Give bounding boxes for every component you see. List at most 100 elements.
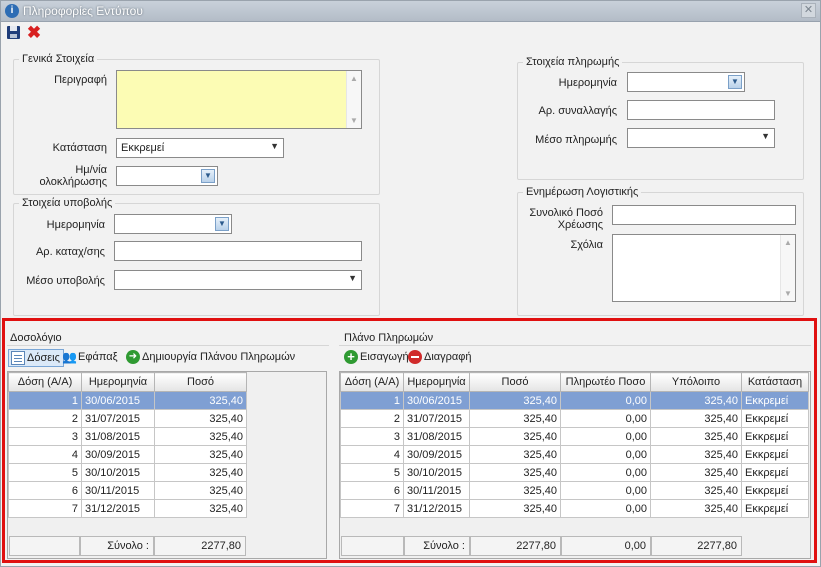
balance-cell[interactable]: 325,40 bbox=[650, 427, 742, 446]
status-select[interactable]: Εκκρεμεί ▼ bbox=[116, 138, 284, 158]
close-button[interactable]: ✕ bbox=[801, 3, 816, 18]
submission-method-select[interactable]: ▼ bbox=[114, 270, 362, 290]
scroll-up-icon[interactable]: ▲ bbox=[350, 74, 358, 83]
table-row[interactable]: 6 30/11/2015 325,40 0,00 325,40 Εκκρεμεί bbox=[340, 481, 809, 500]
installment-no-cell[interactable]: 7 bbox=[340, 499, 404, 518]
status-cell[interactable]: Εκκρεμεί bbox=[741, 445, 809, 464]
comments-scrollbar[interactable]: ▲ ▼ bbox=[780, 235, 795, 301]
date-cell[interactable]: 30/10/2015 bbox=[403, 463, 470, 482]
status-cell[interactable]: Εκκρεμεί bbox=[741, 427, 809, 446]
col-header[interactable]: Ημερομηνία bbox=[81, 372, 155, 392]
amount-cell[interactable]: 325,40 bbox=[469, 463, 561, 482]
registration-input[interactable] bbox=[114, 241, 362, 261]
tab-efapax[interactable]: 👥 Εφάπαξ bbox=[60, 349, 121, 367]
status-cell[interactable]: Εκκρεμεί bbox=[741, 391, 809, 410]
calendar-dropdown-icon[interactable]: ▼ bbox=[728, 75, 742, 89]
table-row[interactable]: 4 30/09/2015 325,40 0,00 325,40 Εκκρεμεί bbox=[340, 445, 809, 464]
balance-cell[interactable]: 325,40 bbox=[650, 445, 742, 464]
col-header[interactable]: Κατάσταση bbox=[741, 372, 809, 392]
status-cell[interactable]: Εκκρεμεί bbox=[741, 499, 809, 518]
installment-no-cell[interactable]: 6 bbox=[8, 481, 82, 500]
amount-cell[interactable]: 325,40 bbox=[469, 499, 561, 518]
installment-no-cell[interactable]: 4 bbox=[340, 445, 404, 464]
installment-no-cell[interactable]: 4 bbox=[8, 445, 82, 464]
col-header[interactable]: Ποσό bbox=[469, 372, 561, 392]
tab-doseis[interactable]: Δόσεις bbox=[8, 349, 64, 367]
transaction-input[interactable] bbox=[627, 100, 775, 120]
installment-no-cell[interactable]: 5 bbox=[340, 463, 404, 482]
submission-date-field[interactable]: ▼ bbox=[114, 214, 232, 234]
amount-cell[interactable]: 325,40 bbox=[154, 499, 247, 518]
col-header[interactable]: Πληρωτέο Ποσο bbox=[560, 372, 651, 392]
table-row[interactable]: 5 30/10/2015 325,40 bbox=[8, 463, 247, 482]
table-row[interactable]: 7 31/12/2015 325,40 0,00 325,40 Εκκρεμεί bbox=[340, 499, 809, 518]
total-charge-input[interactable] bbox=[612, 205, 796, 225]
payable-amount-cell[interactable]: 0,00 bbox=[560, 481, 651, 500]
completion-date-field[interactable]: ▼ bbox=[116, 166, 218, 186]
status-cell[interactable]: Εκκρεμεί bbox=[741, 409, 809, 428]
payable-amount-cell[interactable]: 0,00 bbox=[560, 463, 651, 482]
amount-cell[interactable]: 325,40 bbox=[154, 409, 247, 428]
amount-cell[interactable]: 325,40 bbox=[469, 427, 561, 446]
payable-amount-cell[interactable]: 0,00 bbox=[560, 391, 651, 410]
installment-no-cell[interactable]: 1 bbox=[340, 391, 404, 410]
create-payment-plan-button[interactable]: ➜ Δημιουργία Πλάνου Πληρωμών bbox=[124, 349, 298, 367]
scroll-down-icon[interactable]: ▼ bbox=[784, 289, 792, 298]
date-cell[interactable]: 31/12/2015 bbox=[403, 499, 470, 518]
date-cell[interactable]: 30/09/2015 bbox=[81, 445, 155, 464]
payment-method-select[interactable]: ▼ bbox=[627, 128, 775, 148]
date-cell[interactable]: 31/08/2015 bbox=[403, 427, 470, 446]
date-cell[interactable]: 30/11/2015 bbox=[81, 481, 155, 500]
calendar-dropdown-icon[interactable]: ▼ bbox=[215, 217, 229, 231]
calendar-dropdown-icon[interactable]: ▼ bbox=[201, 169, 215, 183]
insert-button[interactable]: + Εισαγωγή bbox=[342, 349, 412, 367]
table-row[interactable]: 4 30/09/2015 325,40 bbox=[8, 445, 247, 464]
balance-cell[interactable]: 325,40 bbox=[650, 481, 742, 500]
amount-cell[interactable]: 325,40 bbox=[469, 481, 561, 500]
balance-cell[interactable]: 325,40 bbox=[650, 499, 742, 518]
cancel-button[interactable]: ✖ bbox=[26, 24, 42, 41]
table-row[interactable]: 7 31/12/2015 325,40 bbox=[8, 499, 247, 518]
installment-no-cell[interactable]: 5 bbox=[8, 463, 82, 482]
installment-no-cell[interactable]: 6 bbox=[340, 481, 404, 500]
col-header[interactable]: Υπόλοιπο bbox=[650, 372, 742, 392]
date-cell[interactable]: 31/08/2015 bbox=[81, 427, 155, 446]
installment-no-cell[interactable]: 7 bbox=[8, 499, 82, 518]
table-row[interactable]: 5 30/10/2015 325,40 0,00 325,40 Εκκρεμεί bbox=[340, 463, 809, 482]
table-row[interactable]: 3 31/08/2015 325,40 bbox=[8, 427, 247, 446]
save-button[interactable] bbox=[6, 25, 22, 41]
status-cell[interactable]: Εκκρεμεί bbox=[741, 463, 809, 482]
installment-no-cell[interactable]: 1 bbox=[8, 391, 82, 410]
table-row[interactable]: 1 30/06/2015 325,40 0,00 325,40 Εκκρεμεί bbox=[340, 391, 809, 410]
amount-cell[interactable]: 325,40 bbox=[469, 391, 561, 410]
payable-amount-cell[interactable]: 0,00 bbox=[560, 499, 651, 518]
table-row[interactable]: 1 30/06/2015 325,40 bbox=[8, 391, 247, 410]
col-header[interactable]: Δόση (Α/Α) bbox=[8, 372, 82, 392]
balance-cell[interactable]: 325,40 bbox=[650, 463, 742, 482]
payment-date-field[interactable]: ▼ bbox=[627, 72, 745, 92]
date-cell[interactable]: 30/06/2015 bbox=[403, 391, 470, 410]
amount-cell[interactable]: 325,40 bbox=[154, 481, 247, 500]
amount-cell[interactable]: 325,40 bbox=[154, 391, 247, 410]
date-cell[interactable]: 31/07/2015 bbox=[403, 409, 470, 428]
installment-no-cell[interactable]: 2 bbox=[8, 409, 82, 428]
balance-cell[interactable]: 325,40 bbox=[650, 409, 742, 428]
amount-cell[interactable]: 325,40 bbox=[469, 445, 561, 464]
installment-no-cell[interactable]: 3 bbox=[8, 427, 82, 446]
description-textarea[interactable]: ▲ ▼ bbox=[116, 70, 362, 129]
table-row[interactable]: 3 31/08/2015 325,40 0,00 325,40 Εκκρεμεί bbox=[340, 427, 809, 446]
status-cell[interactable]: Εκκρεμεί bbox=[741, 481, 809, 500]
table-row[interactable]: 6 30/11/2015 325,40 bbox=[8, 481, 247, 500]
scroll-up-icon[interactable]: ▲ bbox=[784, 238, 792, 247]
date-cell[interactable]: 30/06/2015 bbox=[81, 391, 155, 410]
installment-no-cell[interactable]: 3 bbox=[340, 427, 404, 446]
balance-cell[interactable]: 325,40 bbox=[650, 391, 742, 410]
col-header[interactable]: Ποσό bbox=[154, 372, 247, 392]
date-cell[interactable]: 30/11/2015 bbox=[403, 481, 470, 500]
comments-textarea[interactable]: ▲ ▼ bbox=[612, 234, 796, 302]
payable-amount-cell[interactable]: 0,00 bbox=[560, 445, 651, 464]
col-header[interactable]: Δόση (Α/Α) bbox=[340, 372, 404, 392]
payable-amount-cell[interactable]: 0,00 bbox=[560, 427, 651, 446]
amount-cell[interactable]: 325,40 bbox=[154, 463, 247, 482]
table-row[interactable]: 2 31/07/2015 325,40 bbox=[8, 409, 247, 428]
